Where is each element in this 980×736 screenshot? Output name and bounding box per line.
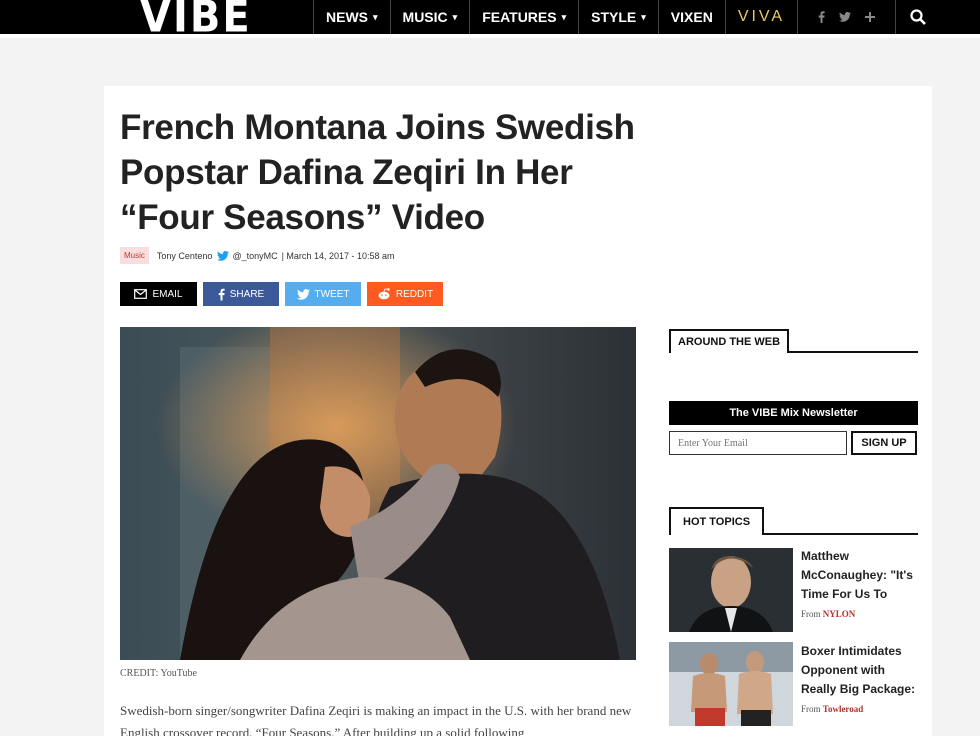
article-hero-image[interactable] <box>120 327 636 660</box>
article-body: Swedish-born singer/songwriter Dafina Ze… <box>120 703 632 736</box>
source-link[interactable]: NYLON <box>823 609 856 619</box>
sign-up-button[interactable]: SIGN UP <box>851 431 917 455</box>
nav-item-music[interactable]: MUSIC ▾ <box>389 0 470 34</box>
image-credit: CREDIT: YouTube <box>120 668 197 679</box>
header-divider <box>0 34 980 38</box>
top-navigation-bar: VIBE NEWS ▾ MUSIC ▾ FEATURES ▾ STYLE ▾ VIXEN… <box>0 0 980 42</box>
chevron-down-icon: ▾ <box>452 11 458 22</box>
hot-topic-title[interactable]: Matthew McConaughey: "It's Time For Us T… <box>801 547 921 604</box>
nav-item-vixen[interactable]: VIXEN <box>657 0 725 34</box>
envelope-icon <box>134 289 148 299</box>
email-share-button[interactable]: EMAIL <box>120 282 197 306</box>
hot-topic-thumbnail[interactable] <box>669 548 793 632</box>
hot-topics-heading: HOT TOPICS <box>669 507 765 535</box>
reddit-share-button[interactable]: REDDIT <box>367 282 443 306</box>
hot-topic-source: From NYLON <box>801 609 856 619</box>
twitter-icon <box>217 250 230 261</box>
author-name[interactable]: Tony Centeno <box>157 251 213 261</box>
hot-topics-section: HOT TOPICS <box>669 507 918 535</box>
chevron-down-icon: ▾ <box>561 11 567 22</box>
nav-item-style[interactable]: STYLE ▾ <box>578 0 658 34</box>
twitter-icon[interactable] <box>839 12 852 22</box>
hot-topic-thumbnail[interactable] <box>669 642 793 726</box>
facebook-icon[interactable] <box>818 11 825 23</box>
social-links <box>797 0 895 34</box>
twitter-share-button[interactable]: TWEET <box>285 282 361 306</box>
newsletter-email-input[interactable] <box>669 431 847 455</box>
article-title: French Montana Joins Swedish Popstar Daf… <box>120 108 635 237</box>
hot-topic-source: From Towleroad <box>801 704 864 714</box>
facebook-icon <box>218 288 225 300</box>
hot-topic-title[interactable]: Boxer Intimidates Opponent with Really B… <box>801 642 921 699</box>
search-button[interactable] <box>895 0 939 34</box>
twitter-icon <box>296 288 310 300</box>
author-twitter-handle[interactable]: @_tonyMC <box>232 251 277 261</box>
plus-icon[interactable] <box>865 12 876 22</box>
chevron-down-icon: ▾ <box>373 11 378 22</box>
around-the-web-heading: AROUND THE WEB <box>669 329 790 353</box>
publish-date: | March 14, 2017 - 10:58 am <box>281 250 395 261</box>
nav-item-viva[interactable]: VIVA <box>724 0 797 34</box>
search-icon <box>909 9 926 25</box>
article-byline: Music Tony Centeno @_tonyMC | March 14, … <box>120 247 395 264</box>
around-the-web-section: AROUND THE WEB <box>669 329 918 353</box>
source-link[interactable]: Towleroad <box>823 704 864 714</box>
main-nav: NEWS ▾ MUSIC ▾ FEATURES ▾ STYLE ▾ VIXEN VIVA <box>313 0 939 34</box>
facebook-share-button[interactable]: SHARE <box>203 282 279 306</box>
nav-item-news[interactable]: NEWS ▾ <box>313 0 390 34</box>
category-badge[interactable]: Music <box>120 247 149 264</box>
reddit-icon <box>378 288 390 300</box>
newsletter-title: The VIBE Mix Newsletter <box>669 401 918 425</box>
nav-item-features[interactable]: FEATURES ▾ <box>469 0 578 34</box>
chevron-down-icon: ▾ <box>641 11 646 22</box>
